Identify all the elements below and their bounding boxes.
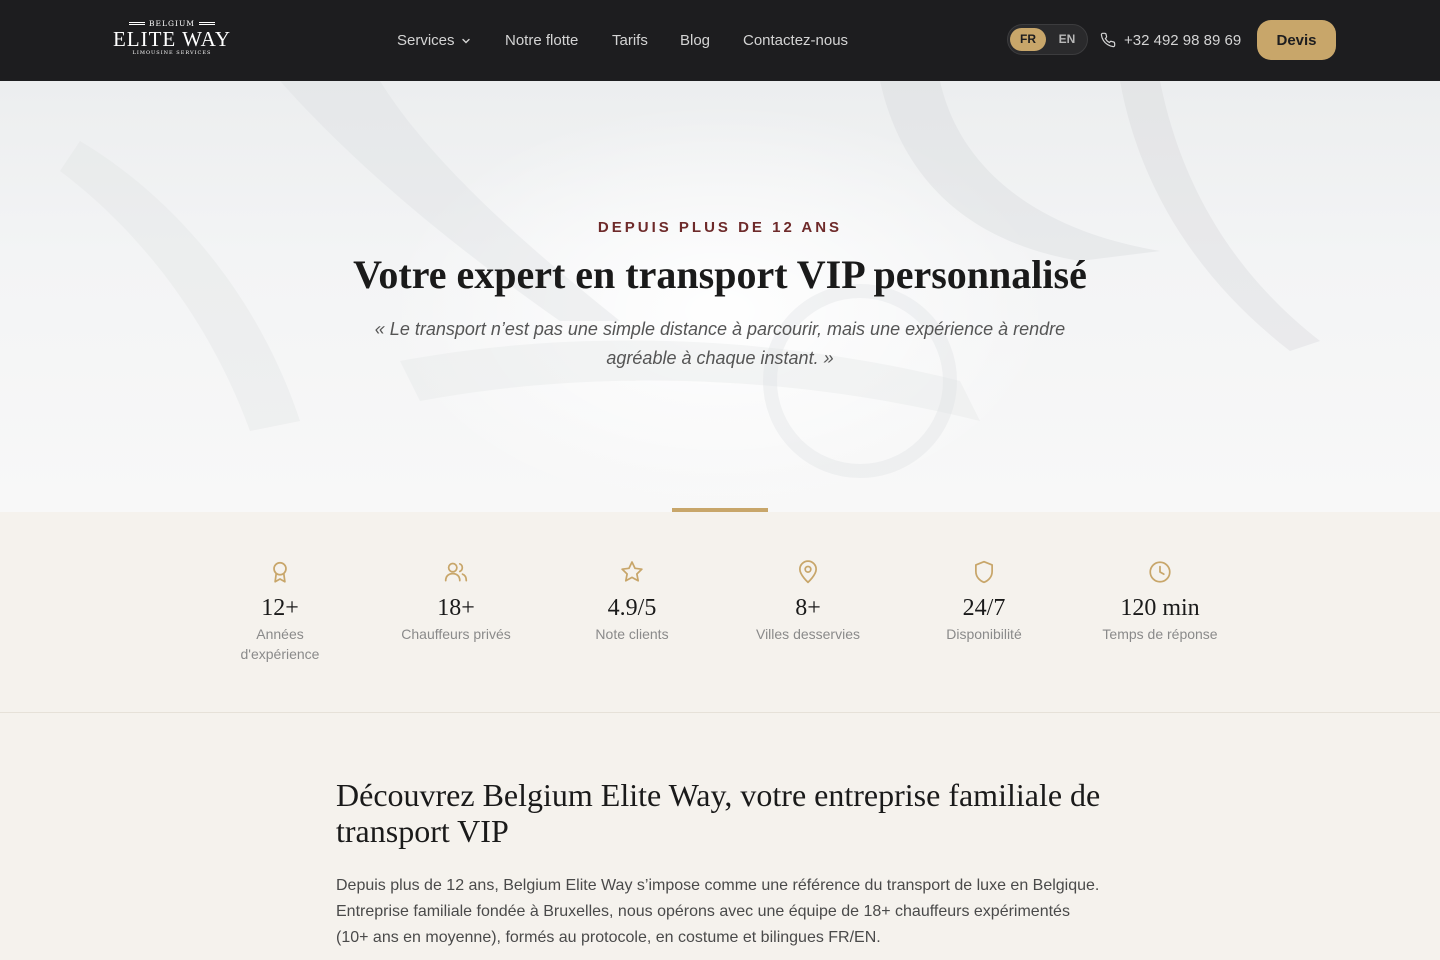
brand-logo[interactable]: BELGIUM ELITE WAY LIMOUSINE SERVICES: [106, 18, 238, 62]
stat-value: 8+: [795, 595, 821, 621]
award-icon: [273, 561, 287, 583]
about-section: Découvrez Belgium Elite Way, votre entre…: [0, 713, 1440, 960]
clock-icon: [1149, 561, 1171, 583]
nav-item-contact[interactable]: Contactez-nous: [743, 31, 848, 51]
nav-item-tarifs[interactable]: Tarifs: [612, 31, 648, 51]
lang-en-button[interactable]: EN: [1049, 28, 1085, 51]
stat-item: 4.9/5 Note clients: [547, 559, 717, 644]
devis-button[interactable]: Devis: [1257, 20, 1336, 60]
stat-item: 18+ Chauffeurs privés: [371, 559, 541, 644]
stat-value: 18+: [437, 595, 475, 621]
stats-section: 12+ Années d'expérience 18+ Chauffeurs p…: [0, 512, 1440, 713]
stat-value: 24/7: [962, 595, 1006, 621]
stat-value: 12+: [261, 595, 299, 621]
stat-item: 12+ Années d'expérience: [195, 559, 365, 664]
phone-number: +32 492 98 89 69: [1124, 31, 1242, 49]
top-navbar: BELGIUM ELITE WAY LIMOUSINE SERVICES Ser…: [0, 0, 1440, 81]
users-icon: [444, 562, 468, 582]
phone-icon: [1100, 32, 1116, 48]
logo-sub-text: LIMOUSINE SERVICES: [132, 50, 212, 56]
hero-kicker: DEPUIS PLUS DE 12 ANS: [597, 219, 843, 236]
stat-label: Villes desservies: [755, 626, 860, 642]
stat-label: Années d'expérience: [240, 626, 320, 662]
lang-fr-button[interactable]: FR: [1010, 28, 1046, 51]
phone-link[interactable]: +32 492 98 89 69: [1100, 30, 1241, 50]
stat-label: Disponibilité: [946, 626, 1022, 642]
stat-value: 120 min: [1120, 595, 1200, 621]
stat-label: Chauffeurs privés: [401, 626, 511, 642]
star-icon: [621, 561, 643, 582]
shield-icon: [975, 560, 993, 584]
map-pin-icon: [799, 560, 817, 584]
language-switcher: FR EN: [1007, 24, 1088, 55]
stat-label: Note clients: [595, 626, 669, 642]
nav-item-services[interactable]: Services: [397, 31, 471, 51]
stat-item: 120 min Temps de réponse: [1075, 559, 1245, 644]
stat-value: 4.9/5: [607, 595, 657, 621]
stat-item: 8+ Villes desservies: [723, 559, 893, 644]
nav-item-notre-flotte[interactable]: Notre flotte: [505, 31, 578, 51]
stat-label: Temps de réponse: [1102, 626, 1218, 642]
about-text: Depuis plus de 12 ans, Belgium Elite Way…: [336, 877, 1100, 946]
hero-title: Votre expert en transport VIP personnali…: [353, 252, 1087, 297]
hero-quote: « Le transport n’est pas une simple dist…: [374, 319, 1066, 368]
chevron-down-icon: [461, 38, 470, 44]
hero-section: DEPUIS PLUS DE 12 ANS Votre expert en tr…: [0, 81, 1440, 512]
logo-main-text: ELITE WAY: [112, 27, 232, 51]
stat-item: 24/7 Disponibilité: [899, 559, 1069, 644]
nav-item-blog[interactable]: Blog: [680, 31, 710, 51]
about-title: Découvrez Belgium Elite Way, votre entre…: [336, 777, 1101, 849]
